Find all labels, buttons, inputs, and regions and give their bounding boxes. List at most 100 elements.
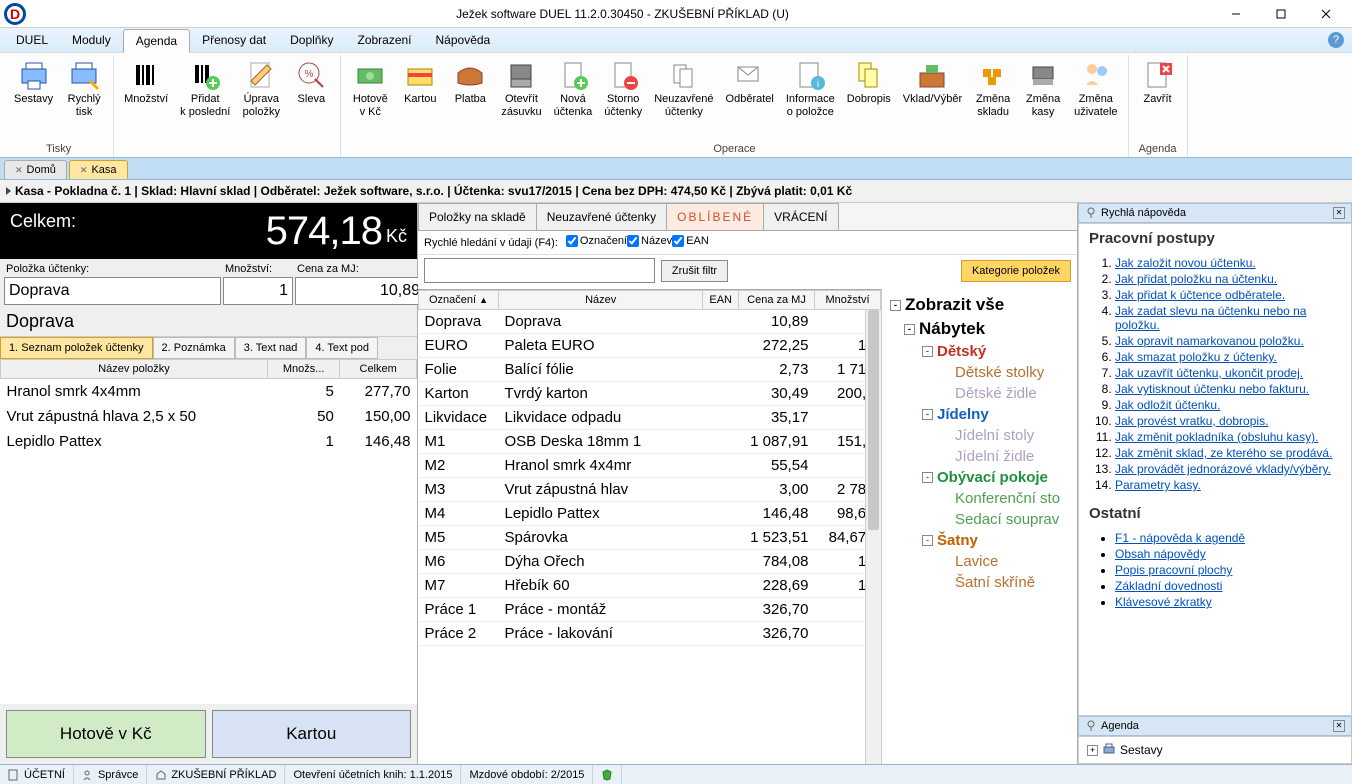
receipt-tab-2[interactable]: 3. Text nad: [235, 337, 307, 359]
ribbon--prava-polo-ky[interactable]: Úpravapoložky: [236, 57, 286, 120]
product-row[interactable]: Práce 2Práce - lakování326,700: [419, 622, 881, 646]
help-link[interactable]: Jak odložit účtenku.: [1115, 398, 1220, 412]
tree-node[interactable]: -Obývací pokoje: [884, 467, 1075, 488]
ribbon-dobropis[interactable]: Dobropis: [841, 57, 897, 108]
agenda-panel-close-icon[interactable]: ✕: [1333, 720, 1345, 732]
menu-nápověda[interactable]: Nápověda: [424, 29, 503, 51]
tree-node[interactable]: Lavice: [884, 551, 1075, 572]
help-link[interactable]: Základní dovednosti: [1115, 579, 1222, 593]
ribbon-sestavy[interactable]: Sestavy: [8, 57, 59, 108]
ribbon-zav-t[interactable]: Zavřít: [1133, 57, 1183, 108]
product-row[interactable]: M3Vrut zápustná hlav3,002 780: [419, 478, 881, 502]
help-link[interactable]: Obsah nápovědy: [1115, 547, 1206, 561]
categories-button[interactable]: Kategorie položek: [961, 260, 1071, 282]
ribbon-zm-na-skladu[interactable]: Změnaskladu: [968, 57, 1018, 120]
tree-node[interactable]: -Jídelny: [884, 404, 1075, 425]
search-input[interactable]: [424, 258, 655, 283]
tree-node[interactable]: Dětské stolky: [884, 362, 1075, 383]
mid-tab-1[interactable]: Neuzavřené účtenky: [536, 203, 667, 230]
menu-moduly[interactable]: Moduly: [60, 29, 123, 51]
ribbon-zm-na-kasy[interactable]: Změnakasy: [1018, 57, 1068, 120]
tree-node[interactable]: Sedací souprav: [884, 509, 1075, 530]
tree-node[interactable]: -Šatny: [884, 530, 1075, 551]
collapse-icon[interactable]: -: [904, 324, 915, 335]
ribbon-platba[interactable]: Platba: [445, 57, 495, 108]
help-link[interactable]: Jak provést vratku, dobropis.: [1115, 414, 1268, 428]
collapse-icon[interactable]: -: [922, 409, 933, 420]
tree-node[interactable]: -Nábytek: [884, 317, 1075, 341]
product-row[interactable]: M4Lepidlo Pattex146,4898,62: [419, 502, 881, 526]
product-row[interactable]: M7Hřebík 60228,6910: [419, 574, 881, 598]
tree-node[interactable]: Šatní skříně: [884, 572, 1075, 593]
ribbon-storno-tenky[interactable]: Stornoúčtenky: [598, 57, 648, 120]
help-link[interactable]: Jak provádět jednorázové vklady/výběry.: [1115, 462, 1331, 476]
help-link[interactable]: Jak změnit sklad, ze kterého se prodává.: [1115, 446, 1332, 460]
product-row[interactable]: M1OSB Deska 18mm 11 087,91151,8: [419, 430, 881, 454]
receipt-col-header[interactable]: Množs...: [268, 360, 340, 379]
help-link[interactable]: F1 - nápověda k agendě: [1115, 531, 1245, 545]
ribbon-odb-ratel[interactable]: Odběratel: [720, 57, 780, 108]
category-tree[interactable]: -Zobrazit vše-Nábytek-DětskýDětské stolk…: [881, 289, 1077, 764]
ribbon-informace-o-polo-ce[interactable]: iInformaceo položce: [780, 57, 841, 120]
help-link[interactable]: Jak smazat položku z účtenky.: [1115, 350, 1277, 364]
product-row[interactable]: LikvidaceLikvidace odpadu35,170: [419, 406, 881, 430]
search-check-ean[interactable]: EAN: [672, 235, 709, 247]
tree-node[interactable]: Jídelní židle: [884, 446, 1075, 467]
menu-agenda[interactable]: Agenda: [123, 29, 190, 53]
receipt-row[interactable]: Lepidlo Pattex1146,48: [1, 429, 417, 454]
tree-node[interactable]: -Dětský: [884, 341, 1075, 362]
receipt-tab-1[interactable]: 2. Poznámka: [153, 337, 235, 359]
ribbon-rychl-tisk[interactable]: Rychlýtisk: [59, 57, 109, 120]
help-icon[interactable]: ?: [1328, 32, 1344, 48]
product-row[interactable]: FolieBalící fólie2,731 717: [419, 358, 881, 382]
receipt-col-header[interactable]: Název položky: [1, 360, 268, 379]
receipt-row[interactable]: Hranol smrk 4x4mm5277,70: [1, 379, 417, 405]
grid-scrollbar[interactable]: [865, 310, 881, 764]
tree-node[interactable]: Dětské židle: [884, 383, 1075, 404]
tree-node[interactable]: -Zobrazit vše: [884, 293, 1075, 317]
item-input[interactable]: [4, 277, 221, 305]
collapse-icon[interactable]: -: [922, 346, 933, 357]
ribbon-p-idat-k-posledn-[interactable]: Přidatk poslední: [174, 57, 236, 120]
menu-přenosy dat[interactable]: Přenosy dat: [190, 29, 278, 51]
price-input[interactable]: [295, 277, 425, 305]
help-link[interactable]: Jak opravit namarkovanou položku.: [1115, 334, 1304, 348]
search-check-název[interactable]: Název: [627, 235, 672, 247]
prod-col-header[interactable]: Cena za MJ: [739, 291, 815, 310]
tree-node[interactable]: Jídelní stoly: [884, 425, 1075, 446]
maximize-button[interactable]: [1258, 2, 1303, 26]
mid-tab-0[interactable]: Položky na skladě: [418, 203, 537, 230]
mid-tab-3[interactable]: VRÁCENÍ: [763, 203, 838, 230]
help-link[interactable]: Jak uzavřít účtenku, ukončit prodej.: [1115, 366, 1303, 380]
help-link[interactable]: Parametry kasy.: [1115, 478, 1201, 492]
doc-tab-domů[interactable]: ✕Domů: [4, 160, 67, 179]
close-button[interactable]: [1303, 2, 1348, 26]
help-link[interactable]: Jak přidat položku na účtenku.: [1115, 272, 1277, 286]
ribbon-sleva[interactable]: %Sleva: [286, 57, 336, 108]
help-link[interactable]: Jak přidat k účtence odběratele.: [1115, 288, 1285, 302]
clear-filter-button[interactable]: Zrušit filtr: [661, 260, 728, 282]
help-link[interactable]: Popis pracovní plochy: [1115, 563, 1232, 577]
menu-duel[interactable]: DUEL: [4, 29, 60, 51]
expand-icon[interactable]: +: [1087, 745, 1098, 756]
receipt-tab-3[interactable]: 4. Text pod: [306, 337, 378, 359]
mid-tab-2[interactable]: OBLÍBENÉ: [666, 203, 764, 230]
search-check-označení[interactable]: Označení: [566, 235, 627, 247]
product-row[interactable]: M5Spárovka1 523,5184,672: [419, 526, 881, 550]
collapse-icon[interactable]: -: [890, 300, 901, 311]
collapse-icon[interactable]: -: [922, 535, 933, 546]
help-panel-close-icon[interactable]: ✕: [1333, 207, 1345, 219]
minimize-button[interactable]: [1213, 2, 1258, 26]
product-row[interactable]: Práce 1Práce - montáž326,700: [419, 598, 881, 622]
collapse-icon[interactable]: -: [922, 472, 933, 483]
ribbon-neuzav-en-tenky[interactable]: Neuzavřenéúčtenky: [648, 57, 719, 120]
products-grid[interactable]: Označení ▲NázevEANCena za MJMnožství Dop…: [418, 289, 881, 764]
ribbon-hotov-v-k-[interactable]: Hotověv Kč: [345, 57, 395, 120]
receipt-row[interactable]: Vrut zápustná hlava 2,5 x 5050150,00: [1, 404, 417, 429]
ribbon-zm-na-u-ivatele[interactable]: Změnauživatele: [1068, 57, 1123, 120]
prod-col-header[interactable]: EAN: [703, 291, 739, 310]
ribbon-kartou[interactable]: Kartou: [395, 57, 445, 108]
ribbon-mno-stv-[interactable]: Množství: [118, 57, 174, 108]
ribbon-nov-tenka[interactable]: Nováúčtenka: [548, 57, 599, 120]
pay-card-button[interactable]: Kartou: [212, 710, 412, 758]
